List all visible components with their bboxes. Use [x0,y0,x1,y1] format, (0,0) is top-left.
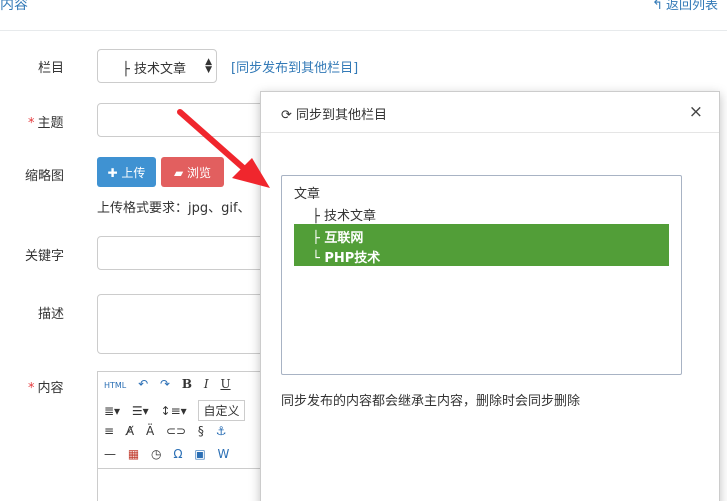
annotation-arrow [177,109,270,188]
arrow-shaft [177,109,251,175]
